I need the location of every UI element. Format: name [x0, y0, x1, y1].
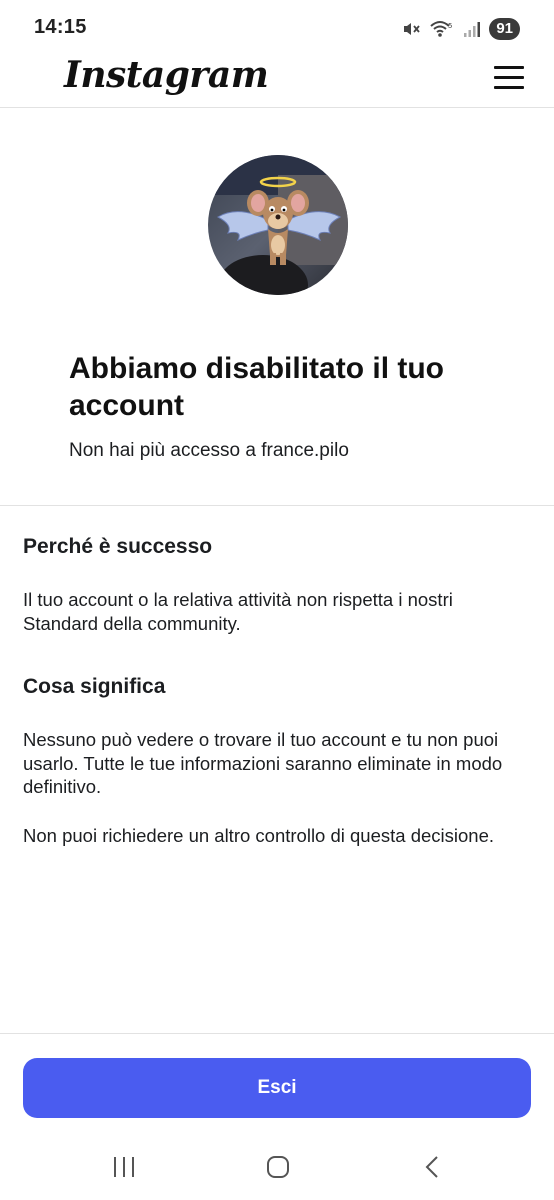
- why-body: Il tuo account o la relativa attività no…: [23, 589, 453, 634]
- meaning-heading: Cosa significa: [23, 675, 166, 698]
- instagram-logo[interactable]: Instagram: [64, 54, 269, 96]
- no-review-notice: Non puoi richiedere un altro controllo d…: [23, 825, 495, 846]
- divider: [0, 1033, 554, 1034]
- meaning-body: Nessuno può vedere o trovare il tuo acco…: [23, 729, 503, 797]
- status-bar: 14:15 5 91: [0, 0, 554, 58]
- exit-button[interactable]: Esci: [23, 1058, 531, 1118]
- wifi-icon: 5: [430, 21, 453, 37]
- home-icon[interactable]: [265, 1154, 291, 1180]
- back-icon[interactable]: [420, 1154, 446, 1180]
- why-heading: Perché è successo: [23, 535, 213, 558]
- status-icons: 5 91: [401, 16, 520, 42]
- system-nav-bar: [0, 1140, 554, 1200]
- divider: [0, 505, 554, 506]
- svg-text:5: 5: [448, 22, 452, 30]
- app-header: Instagram: [0, 54, 554, 108]
- signal-icon: [464, 22, 481, 37]
- page-title: Abbiamo disabilitato il tuo account: [69, 352, 444, 422]
- mute-icon: [404, 23, 421, 35]
- recent-apps-icon[interactable]: [111, 1154, 137, 1180]
- account-subtitle: Non hai più accesso a france.pilo: [69, 440, 349, 461]
- hamburger-menu-icon[interactable]: [494, 64, 524, 90]
- battery-indicator: 91: [489, 18, 520, 40]
- status-time: 14:15: [34, 16, 87, 38]
- avatar: [208, 155, 348, 295]
